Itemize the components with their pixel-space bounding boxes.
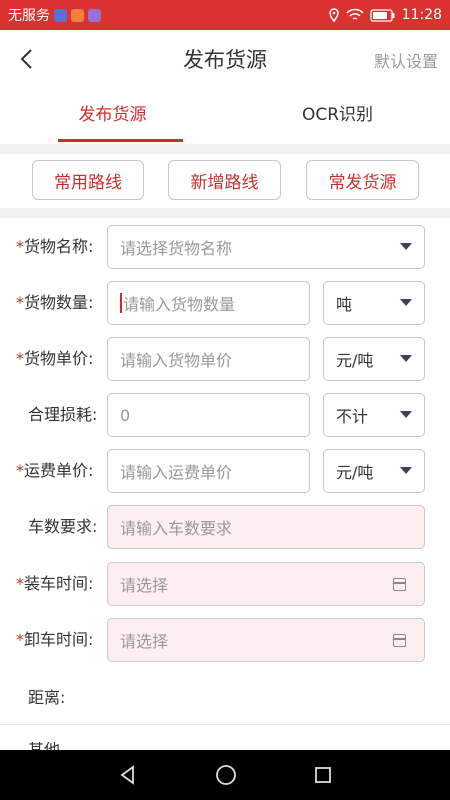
loss-label: 合理损耗: bbox=[28, 405, 98, 424]
unload-time-picker[interactable]: 请选择 bbox=[107, 618, 425, 662]
vehicle-req-input[interactable]: 请输入车数要求 bbox=[107, 505, 425, 549]
dropdown-caret-icon bbox=[400, 467, 412, 474]
freight-price-label: *运费单价: bbox=[16, 461, 94, 480]
tab-bar: 发布货源 OCR识别 bbox=[0, 90, 450, 142]
clock-text: 11:28 bbox=[401, 7, 442, 23]
status-bar: 无服务 11:28 bbox=[0, 0, 450, 30]
dropdown-caret-icon bbox=[400, 299, 412, 306]
unload-time-row: *卸车时间: 请选择 bbox=[0, 618, 450, 662]
vehicle-req-label: 车数要求: bbox=[28, 517, 98, 536]
goods-price-row: *货物单价: 请输入货物单价 元/吨 bbox=[0, 337, 450, 381]
section-divider bbox=[0, 208, 450, 218]
loss-input[interactable]: 0 bbox=[107, 393, 310, 437]
dropdown-caret-icon bbox=[400, 411, 412, 418]
home-circle-icon[interactable] bbox=[215, 764, 237, 786]
text-cursor bbox=[120, 293, 122, 313]
default-settings-link[interactable]: 默认设置 bbox=[374, 48, 438, 72]
back-button[interactable] bbox=[12, 44, 40, 74]
loss-row: 合理损耗: 0 不计 bbox=[0, 393, 450, 437]
common-routes-button[interactable]: 常用路线 bbox=[32, 160, 144, 200]
recents-square-icon[interactable] bbox=[314, 766, 332, 784]
goods-name-label: *货物名称: bbox=[16, 237, 94, 256]
calendar-icon bbox=[393, 634, 406, 647]
system-nav-bar bbox=[0, 750, 450, 800]
row-divider bbox=[0, 724, 450, 725]
carrier-text: 无服务 bbox=[8, 8, 50, 24]
freight-price-unit-select[interactable]: 元/吨 bbox=[323, 449, 425, 493]
goods-qty-unit-select[interactable]: 吨 bbox=[323, 281, 425, 325]
app-notification-icon bbox=[54, 8, 67, 22]
goods-qty-input[interactable]: 请输入货物数量 bbox=[107, 281, 310, 325]
back-triangle-icon[interactable] bbox=[118, 765, 138, 785]
distance-label: 距离: bbox=[28, 688, 66, 707]
location-icon bbox=[328, 8, 339, 22]
app-header: 发布货源 默认设置 bbox=[0, 30, 450, 88]
goods-price-label: *货物单价: bbox=[16, 349, 94, 368]
freight-price-input[interactable]: 请输入运费单价 bbox=[107, 449, 310, 493]
wifi-icon bbox=[346, 8, 364, 20]
vehicle-req-row: 车数要求: 请输入车数要求 bbox=[0, 505, 450, 549]
freight-price-row: *运费单价: 请输入运费单价 元/吨 bbox=[0, 449, 450, 493]
tab-ocr[interactable]: OCR识别 bbox=[225, 90, 450, 142]
section-divider bbox=[0, 144, 450, 154]
goods-name-row: *货物名称: 请选择货物名称 bbox=[0, 225, 450, 269]
route-button-row: 常用路线 新增路线 常发货源 bbox=[0, 160, 450, 202]
load-time-label: *装车时间: bbox=[16, 574, 94, 593]
goods-price-input[interactable]: 请输入货物单价 bbox=[107, 337, 310, 381]
goods-qty-label: *货物数量: bbox=[16, 293, 94, 312]
music-app-icon bbox=[88, 8, 101, 22]
dropdown-caret-icon bbox=[400, 243, 412, 250]
unload-time-label: *卸车时间: bbox=[16, 630, 94, 649]
chevron-left-icon bbox=[20, 49, 32, 69]
tab-publish-cargo[interactable]: 发布货源 bbox=[0, 90, 225, 142]
load-time-row: *装车时间: 请选择 bbox=[0, 562, 450, 606]
load-time-picker[interactable]: 请选择 bbox=[107, 562, 425, 606]
goods-name-select[interactable]: 请选择货物名称 bbox=[107, 225, 425, 269]
battery-icon bbox=[369, 8, 395, 22]
calendar-icon bbox=[393, 578, 406, 591]
add-route-button[interactable]: 新增路线 bbox=[168, 160, 281, 200]
partial-row-label: 其他 bbox=[28, 742, 60, 750]
goods-price-unit-select[interactable]: 元/吨 bbox=[323, 337, 425, 381]
goods-qty-row: *货物数量: 请输入货物数量 吨 bbox=[0, 281, 450, 325]
dropdown-caret-icon bbox=[400, 355, 412, 362]
video-app-icon bbox=[71, 8, 84, 22]
loss-unit-select[interactable]: 不计 bbox=[323, 393, 425, 437]
page-title: 发布货源 bbox=[183, 48, 267, 72]
frequent-cargo-button[interactable]: 常发货源 bbox=[306, 160, 419, 200]
